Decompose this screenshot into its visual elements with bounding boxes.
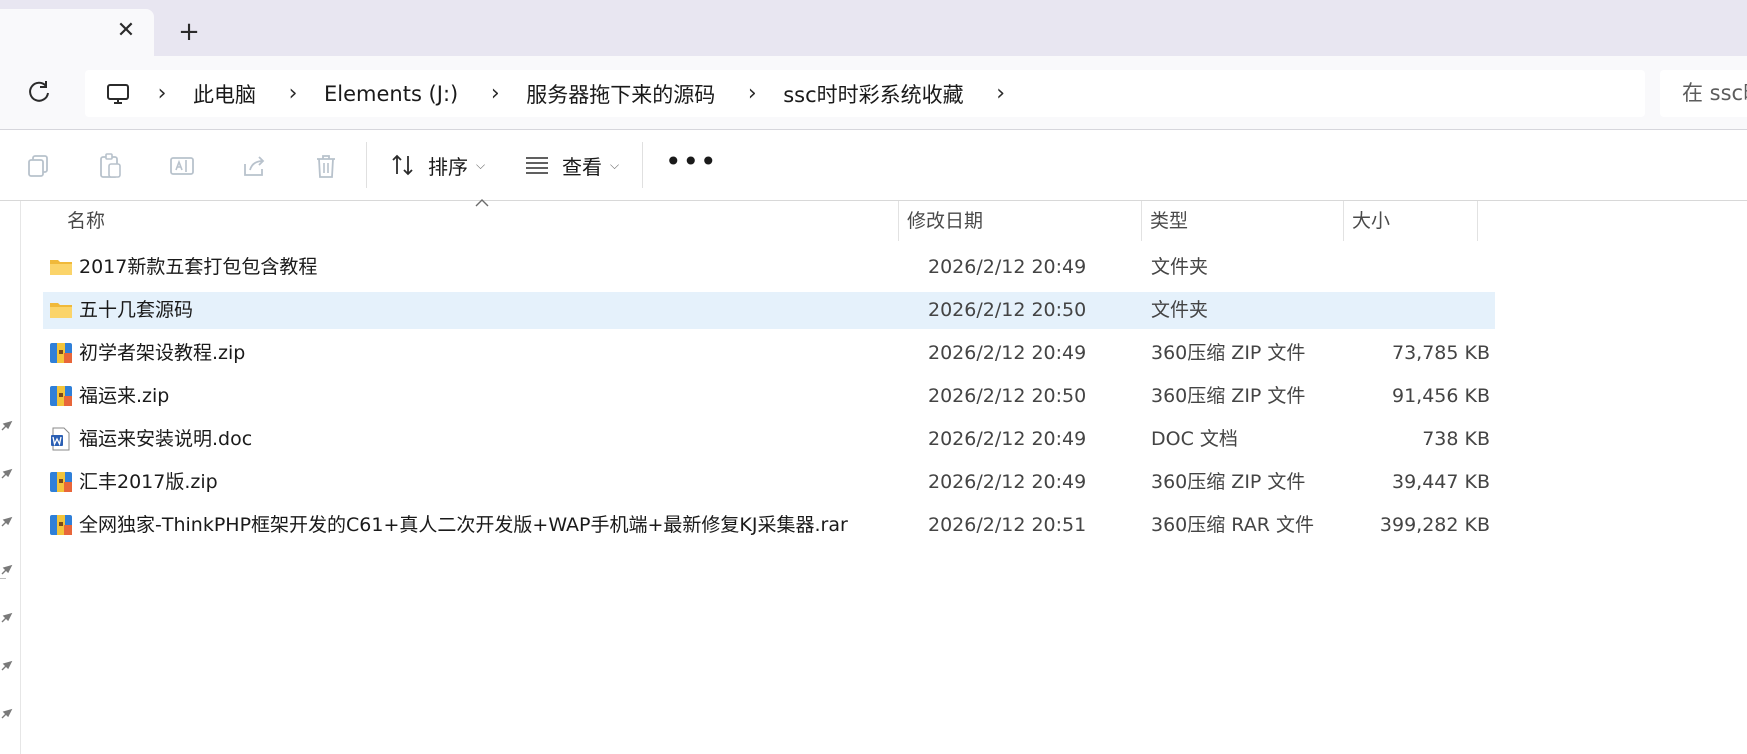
- sort-button[interactable]: 排序 ⌵: [390, 147, 485, 183]
- this-pc-icon[interactable]: [105, 81, 131, 107]
- file-row[interactable]: 初学者架设教程.zip 2026/2/12 20:49 360压缩 ZIP 文件…: [43, 335, 1495, 372]
- toolbar-divider: [366, 142, 367, 188]
- pin-icon[interactable]: [0, 418, 14, 432]
- tab-close-icon[interactable]: ✕: [114, 19, 138, 43]
- more-options-button[interactable]: •••: [665, 148, 717, 180]
- chevron-right-icon[interactable]: ›: [486, 82, 504, 105]
- file-row[interactable]: 汇丰2017版.zip 2026/2/12 20:49 360压缩 ZIP 文件…: [43, 464, 1495, 501]
- archive-icon: [50, 386, 72, 406]
- breadcrumb-source-folder[interactable]: 服务器拖下来的源码: [526, 79, 715, 109]
- search-input[interactable]: 在 ssc时: [1660, 70, 1747, 117]
- file-name: 福运来安装说明.doc: [79, 428, 253, 450]
- breadcrumb-drive[interactable]: Elements (J:): [324, 82, 458, 106]
- delete-icon[interactable]: [312, 152, 340, 180]
- column-header-type[interactable]: 类型: [1142, 201, 1344, 241]
- archive-icon: [50, 343, 72, 363]
- share-icon[interactable]: [240, 152, 268, 180]
- column-header-name[interactable]: 名称: [59, 201, 899, 241]
- file-row[interactable]: 福运来安装说明.doc 2026/2/12 20:49 DOC 文档 738 K…: [43, 421, 1495, 458]
- file-name: 汇丰2017版.zip: [79, 471, 218, 493]
- file-name: 福运来.zip: [79, 385, 170, 407]
- view-button[interactable]: 查看 ⌵: [524, 147, 619, 183]
- chevron-down-icon: ⌵: [610, 157, 620, 172]
- file-size: 738 KB: [1422, 428, 1490, 450]
- archive-icon: [50, 515, 72, 535]
- file-type: 360压缩 ZIP 文件: [1151, 342, 1306, 364]
- file-size: 73,785 KB: [1391, 342, 1490, 364]
- file-type: 360压缩 ZIP 文件: [1151, 471, 1306, 493]
- breadcrumb-current-folder[interactable]: ssc时时彩系统收藏: [783, 79, 963, 109]
- archive-icon: [50, 472, 72, 492]
- file-type: 360压缩 ZIP 文件: [1151, 385, 1306, 407]
- column-divider[interactable]: [1477, 201, 1478, 241]
- paste-icon[interactable]: [96, 152, 124, 180]
- chevron-down-icon: ⌵: [476, 157, 486, 172]
- file-date: 2026/2/12 20:51: [928, 514, 1087, 536]
- column-header-size[interactable]: 大小: [1344, 201, 1478, 241]
- tab-current[interactable]: ✕: [0, 9, 154, 56]
- file-row[interactable]: 全网独家-ThinkPHP框架开发的C61+真人二次开发版+WAP手机端+最新修…: [43, 507, 1495, 544]
- folder-icon: [50, 303, 72, 318]
- divider: [0, 578, 6, 579]
- file-type: DOC 文档: [1151, 428, 1238, 450]
- copy-icon[interactable]: [24, 152, 52, 180]
- rename-icon[interactable]: [168, 152, 196, 180]
- pin-icon[interactable]: [0, 658, 14, 672]
- breadcrumb-this-pc[interactable]: 此电脑: [193, 79, 256, 109]
- file-name: 初学者架设教程.zip: [79, 342, 246, 364]
- column-headers: 名称 修改日期 类型 大小: [21, 199, 1747, 241]
- new-tab-button[interactable]: +: [176, 19, 202, 45]
- chevron-right-icon[interactable]: ›: [153, 82, 171, 105]
- chevron-right-icon[interactable]: ›: [992, 82, 1010, 105]
- view-icon: [526, 157, 548, 174]
- file-row-selected[interactable]: 五十几套源码 2026/2/12 20:50 文件夹: [43, 292, 1495, 329]
- tab-strip: ✕ +: [0, 0, 1747, 56]
- file-name: 五十几套源码: [79, 299, 194, 321]
- view-label: 查看: [562, 154, 602, 179]
- pin-icon[interactable]: [0, 610, 14, 624]
- file-name: 2017新款五套打包包含教程: [79, 256, 318, 278]
- toolbar-divider: [642, 142, 643, 188]
- breadcrumb[interactable]: › 此电脑 › Elements (J:) › 服务器拖下来的源码 › ssc时…: [85, 70, 1645, 117]
- command-bar: 排序 ⌵ 查看 ⌵ •••: [0, 130, 1747, 200]
- file-date: 2026/2/12 20:50: [928, 385, 1087, 407]
- file-date: 2026/2/12 20:49: [928, 471, 1087, 493]
- pin-icon[interactable]: [0, 466, 14, 480]
- file-type: 文件夹: [1151, 299, 1209, 321]
- pin-icon[interactable]: [0, 514, 14, 528]
- folder-icon: [50, 260, 72, 275]
- column-header-date[interactable]: 修改日期: [899, 201, 1120, 241]
- file-type: 360压缩 RAR 文件: [1151, 514, 1314, 536]
- file-size: 39,447 KB: [1391, 471, 1490, 493]
- file-date: 2026/2/12 20:49: [928, 428, 1087, 450]
- file-type: 文件夹: [1151, 256, 1209, 278]
- pin-icon[interactable]: [0, 562, 14, 576]
- sort-label: 排序: [428, 154, 468, 179]
- sort-icon: [392, 154, 413, 176]
- refresh-icon[interactable]: [24, 77, 54, 107]
- file-date: 2026/2/12 20:49: [928, 256, 1087, 278]
- pin-icon[interactable]: [0, 706, 14, 720]
- word-doc-icon: [51, 427, 70, 451]
- chevron-right-icon[interactable]: ›: [284, 82, 302, 105]
- address-row: › 此电脑 › Elements (J:) › 服务器拖下来的源码 › ssc时…: [0, 56, 1747, 130]
- file-row[interactable]: 福运来.zip 2026/2/12 20:50 360压缩 ZIP 文件 91,…: [43, 378, 1495, 415]
- chevron-right-icon[interactable]: ›: [743, 82, 761, 105]
- file-name: 全网独家-ThinkPHP框架开发的C61+真人二次开发版+WAP手机端+最新修…: [79, 514, 848, 536]
- file-date: 2026/2/12 20:50: [928, 299, 1087, 321]
- file-date: 2026/2/12 20:49: [928, 342, 1087, 364]
- file-row[interactable]: 2017新款五套打包包含教程 2026/2/12 20:49 文件夹: [43, 249, 1495, 286]
- file-size: 399,282 KB: [1379, 514, 1490, 536]
- file-size: 91,456 KB: [1391, 385, 1490, 407]
